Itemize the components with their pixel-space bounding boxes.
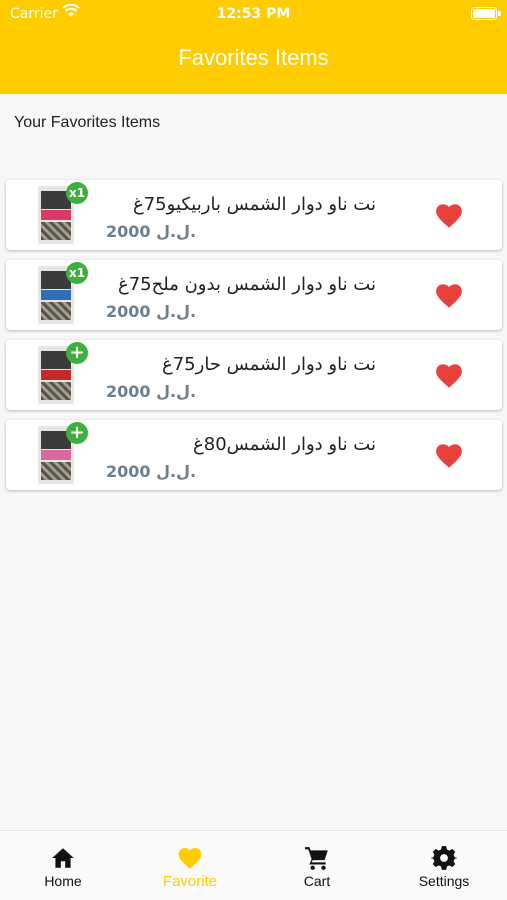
battery-icon <box>471 7 501 20</box>
heart-icon[interactable] <box>434 282 464 309</box>
product-price: 2000 ل.ل. <box>106 302 197 321</box>
product-name: نت ناو دوار الشمس بدون ملح75غ <box>117 274 376 295</box>
tab-bar: Home Favorite Cart Settings <box>0 830 507 900</box>
product-price: 2000 ل.ل. <box>106 382 197 401</box>
product-name: نت ناو دوار الشمس حار75غ <box>161 354 376 375</box>
list-item[interactable]: + نت ناو دوار الشمس80غ 2000 ل.ل. <box>6 420 502 490</box>
tab-settings[interactable]: Settings <box>381 831 507 900</box>
header-bar: Carrier 12:53 PM Favorites Items <box>0 0 507 94</box>
page-title: Favorites Items <box>178 45 329 70</box>
add-button[interactable]: + <box>66 342 88 364</box>
favorites-list: x1 نت ناو دوار الشمس باربيكيو75غ 2000 ل.… <box>6 180 502 500</box>
product-price: 2000 ل.ل. <box>106 222 197 241</box>
cart-icon <box>305 847 328 870</box>
quantity-badge[interactable]: x1 <box>66 182 88 204</box>
product-name: نت ناو دوار الشمس باربيكيو75غ <box>132 194 376 215</box>
heart-icon[interactable] <box>434 362 464 389</box>
tab-cart[interactable]: Cart <box>254 831 380 900</box>
tab-home[interactable]: Home <box>0 831 126 900</box>
tab-label: Settings <box>418 873 470 889</box>
list-item[interactable]: x1 نت ناو دوار الشمس بدون ملح75غ 2000 ل.… <box>6 260 502 330</box>
product-price: 2000 ل.ل. <box>106 462 197 481</box>
heart-icon[interactable] <box>434 202 464 229</box>
heart-icon <box>178 848 202 869</box>
status-bar: Carrier 12:53 PM <box>0 0 507 28</box>
quantity-badge[interactable]: x1 <box>66 262 88 284</box>
add-button[interactable]: + <box>66 422 88 444</box>
list-item[interactable]: + نت ناو دوار الشمس حار75غ 2000 ل.ل. <box>6 340 502 410</box>
list-item[interactable]: x1 نت ناو دوار الشمس باربيكيو75غ 2000 ل.… <box>6 180 502 250</box>
tab-label: Favorite <box>162 873 218 890</box>
home-icon <box>52 848 74 868</box>
heart-icon[interactable] <box>434 442 464 469</box>
product-name: نت ناو دوار الشمس80غ <box>193 434 376 455</box>
gear-icon <box>431 846 457 870</box>
tab-label: Cart <box>303 873 331 889</box>
section-title: Your Favorites Items <box>14 114 161 131</box>
tab-favorite[interactable]: Favorite <box>127 831 253 900</box>
clock: 12:53 PM <box>216 6 291 22</box>
tab-label: Home <box>44 873 82 889</box>
